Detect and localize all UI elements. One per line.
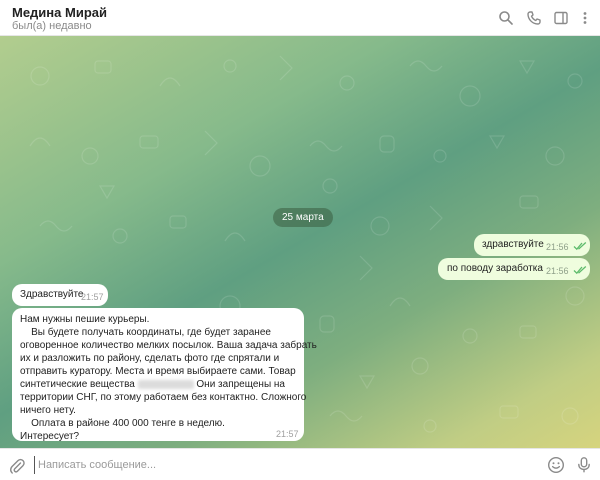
message-bubble-incoming[interactable]: Нам нужны пешие курьеры. Вы будете получ…: [12, 308, 317, 443]
message-line: оговоренное количество мелких посылок. В…: [20, 340, 317, 351]
message-bubble-outgoing[interactable]: по поводу заработка 21:56: [438, 258, 590, 280]
search-icon[interactable]: [496, 8, 516, 28]
message-fragment: Они запрещены на: [196, 379, 285, 390]
message-line: ничего нету.: [20, 405, 76, 416]
message-composer: [0, 448, 600, 480]
message-line: Нам нужны пешие курьеры.: [20, 314, 150, 325]
read-checks-icon: [573, 266, 587, 275]
message-bubble-outgoing[interactable]: здравствуйте 21:56: [474, 234, 590, 256]
message-time: 21:56: [546, 242, 569, 252]
chat-header: Медина Мирай был(а) недавно: [0, 0, 600, 36]
message-line: Интересует?: [20, 431, 80, 442]
message-text: здравствуйте: [482, 239, 544, 250]
emoji-icon[interactable]: [547, 456, 565, 474]
phone-icon[interactable]: [524, 8, 544, 28]
contact-name[interactable]: Медина Мирай: [12, 5, 107, 20]
message-time: 21:57: [276, 429, 299, 439]
redacted-text: [137, 379, 194, 389]
date-separator: 25 марта: [273, 208, 333, 227]
chat-area[interactable]: 25 марта здравствуйте 21:56 по поводу за…: [0, 36, 600, 448]
paperclip-icon[interactable]: [8, 457, 26, 475]
message-time: 21:56: [546, 266, 569, 276]
contact-status: был(а) недавно: [12, 20, 92, 32]
read-checks-icon: [573, 242, 587, 251]
more-vertical-icon[interactable]: [575, 8, 595, 28]
message-line: отправить куратору. Места и время выбира…: [20, 366, 296, 377]
message-line: Вы будете получать координаты, где будет…: [20, 327, 271, 338]
message-input[interactable]: [34, 456, 534, 474]
microphone-icon[interactable]: [575, 456, 593, 474]
message-line: их и разложить по району, сделать фото г…: [20, 353, 280, 364]
message-line: территории СНГ, по этому работаем без ко…: [20, 392, 307, 403]
message-bubble-incoming[interactable]: Здравствуйте 21:57: [12, 284, 108, 306]
message-line: синтетические вещества Они запрещены на: [20, 378, 285, 391]
message-time: 21:57: [81, 292, 104, 302]
message-line: Оплата в районе 400 000 тенге в неделю.: [20, 418, 225, 429]
message-text: Здравствуйте: [20, 289, 84, 300]
message-text: по поводу заработка: [447, 263, 543, 274]
sidebar-toggle-icon[interactable]: [551, 8, 571, 28]
message-text: Нам нужны пешие курьеры. Вы будете получ…: [20, 313, 317, 443]
message-fragment: синтетические вещества: [20, 379, 135, 390]
